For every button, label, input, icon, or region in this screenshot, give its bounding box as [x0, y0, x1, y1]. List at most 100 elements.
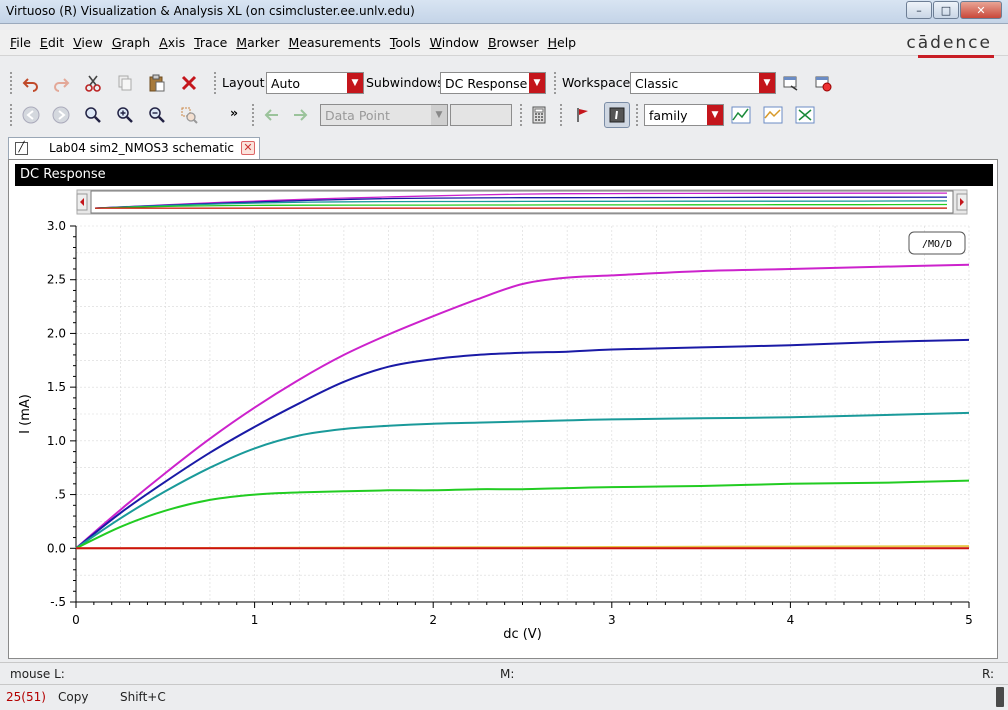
layout-label: Layout:: [222, 75, 269, 90]
family-value: family: [649, 108, 688, 123]
command-status-bar: 25(51) Copy Shift+C: [0, 684, 1008, 710]
x-tick-label: 5: [965, 613, 973, 627]
toolbar-grip[interactable]: [636, 104, 640, 126]
y-tick-label: 2.5: [47, 273, 66, 287]
toolbar-grip[interactable]: [520, 104, 524, 126]
logo-underline: [918, 55, 994, 58]
menu-items: File Edit View Graph Axis Trace Marker M…: [10, 35, 585, 50]
subwindows-value: DC Response: [445, 76, 528, 91]
cut-icon[interactable]: [82, 72, 104, 94]
menu-edit[interactable]: Edit: [40, 35, 64, 50]
next-point-icon[interactable]: [290, 104, 312, 126]
menu-window[interactable]: Window: [430, 35, 479, 50]
x-tick-label: 4: [787, 613, 795, 627]
zoom-fit-icon[interactable]: [82, 104, 104, 126]
workspace-label: Workspace:: [562, 75, 635, 90]
prev-point-icon[interactable]: [260, 104, 282, 126]
info-icon[interactable]: [604, 102, 630, 128]
data-point-value: Data Point: [325, 108, 390, 123]
family-select[interactable]: family ▼: [644, 104, 724, 126]
calculator-icon[interactable]: [528, 104, 550, 126]
trace-add-icon[interactable]: [730, 104, 752, 126]
schematic-icon: ╱: [15, 142, 28, 155]
chevron-down-icon[interactable]: ▼: [431, 105, 447, 125]
undo-icon[interactable]: [20, 72, 42, 94]
window-title: Virtuoso (R) Visualization & Analysis XL…: [6, 4, 415, 18]
x-tick-label: 3: [608, 613, 616, 627]
window-controls: – □ ✕: [906, 1, 1002, 19]
close-button[interactable]: ✕: [960, 1, 1002, 19]
trace-style-icon[interactable]: [762, 104, 784, 126]
menu-trace[interactable]: Trace: [194, 35, 227, 50]
redo-icon[interactable]: [50, 72, 72, 94]
data-point-select[interactable]: Data Point ▼: [320, 104, 448, 126]
chevron-down-icon[interactable]: ▼: [707, 105, 723, 125]
zoom-box-icon[interactable]: [178, 104, 200, 126]
x-tick-label: 0: [72, 613, 80, 627]
chevron-down-icon[interactable]: ▼: [759, 73, 775, 93]
last-command: Copy: [58, 690, 89, 704]
tab-close-button[interactable]: ✕: [241, 141, 255, 155]
y-axis-title: I (mA): [18, 394, 33, 434]
menu-view[interactable]: View: [73, 35, 103, 50]
x-tick-label: 1: [251, 613, 259, 627]
save-workspace-icon[interactable]: [780, 72, 802, 94]
x-tick-label: 2: [429, 613, 437, 627]
minimize-button[interactable]: –: [906, 1, 932, 19]
y-tick-label: -.5: [50, 595, 66, 609]
title-bar: Virtuoso (R) Visualization & Analysis XL…: [0, 0, 1008, 24]
menu-browser[interactable]: Browser: [488, 35, 539, 50]
paste-icon[interactable]: [146, 72, 168, 94]
menu-graph[interactable]: Graph: [112, 35, 150, 50]
forward-icon[interactable]: [50, 104, 72, 126]
load-workspace-icon[interactable]: [812, 72, 834, 94]
tab-label: Lab04 sim2_NMOS3 schematic: [49, 141, 235, 155]
back-icon[interactable]: [20, 104, 42, 126]
toolbar-grip[interactable]: [554, 72, 558, 94]
command-shortcut: Shift+C: [120, 690, 166, 704]
delete-icon[interactable]: [178, 72, 200, 94]
mouse-right-status: R:: [982, 667, 995, 681]
status-scrollbar[interactable]: [996, 687, 1004, 707]
plot-window: DC Response 0 1 2 3 4 5 -.5 0.0 .5 1.0 1.5 2.0 2.5 3.…: [8, 159, 998, 659]
tab-schematic[interactable]: ╱ Lab04 sim2_NMOS3 schematic ✕: [8, 137, 260, 159]
y-tick-label: .5: [55, 488, 66, 502]
toolbar-grip[interactable]: [214, 72, 218, 94]
y-tick-label: 1.5: [47, 380, 66, 394]
maximize-button[interactable]: □: [933, 1, 959, 19]
menu-measurements[interactable]: Measurements: [289, 35, 381, 50]
overflow-icon[interactable]: »: [230, 105, 238, 120]
menu-marker[interactable]: Marker: [236, 35, 279, 50]
legend-label: /MO/D: [922, 239, 952, 250]
layout-select[interactable]: Auto ▼: [266, 72, 364, 94]
menu-help[interactable]: Help: [548, 35, 577, 50]
mouse-middle-status: M:: [500, 667, 515, 681]
graph-toolbar: » Data Point ▼ family ▼: [0, 100, 1008, 130]
menu-tools[interactable]: Tools: [390, 35, 421, 50]
toolbar-grip[interactable]: [252, 104, 256, 126]
dc-response-chart[interactable]: 0 1 2 3 4 5 -.5 0.0 .5 1.0 1.5 2.0 2.5 3.0 dc (V) I (mA…: [9, 188, 997, 658]
toolbar-grip[interactable]: [10, 104, 14, 126]
zoom-out-icon[interactable]: [146, 104, 168, 126]
cadence-logo: cādence: [906, 33, 992, 53]
chevron-down-icon[interactable]: ▼: [347, 73, 363, 93]
zoom-in-icon[interactable]: [114, 104, 136, 126]
chevron-down-icon[interactable]: ▼: [529, 73, 545, 93]
workspace-select[interactable]: Classic ▼: [630, 72, 776, 94]
mouse-left-status: mouse L:: [10, 667, 65, 681]
subwindows-select[interactable]: DC Response ▼: [440, 72, 546, 94]
y-tick-label: 0.0: [47, 541, 66, 555]
layout-value: Auto: [271, 76, 301, 91]
toolbar-grip[interactable]: [560, 104, 564, 126]
data-point-field[interactable]: [450, 104, 512, 126]
menu-axis[interactable]: Axis: [159, 35, 185, 50]
toolbar-grip[interactable]: [10, 72, 14, 94]
y-tick-label: 3.0: [47, 219, 66, 233]
subwindows-label: Subwindows:: [366, 75, 448, 90]
trace-delete-icon[interactable]: [794, 104, 816, 126]
y-tick-label: 2.0: [47, 326, 66, 340]
menu-file[interactable]: File: [10, 35, 31, 50]
copy-icon[interactable]: [114, 72, 136, 94]
x-axis-title: dc (V): [503, 627, 542, 642]
marker-icon[interactable]: [572, 104, 594, 126]
